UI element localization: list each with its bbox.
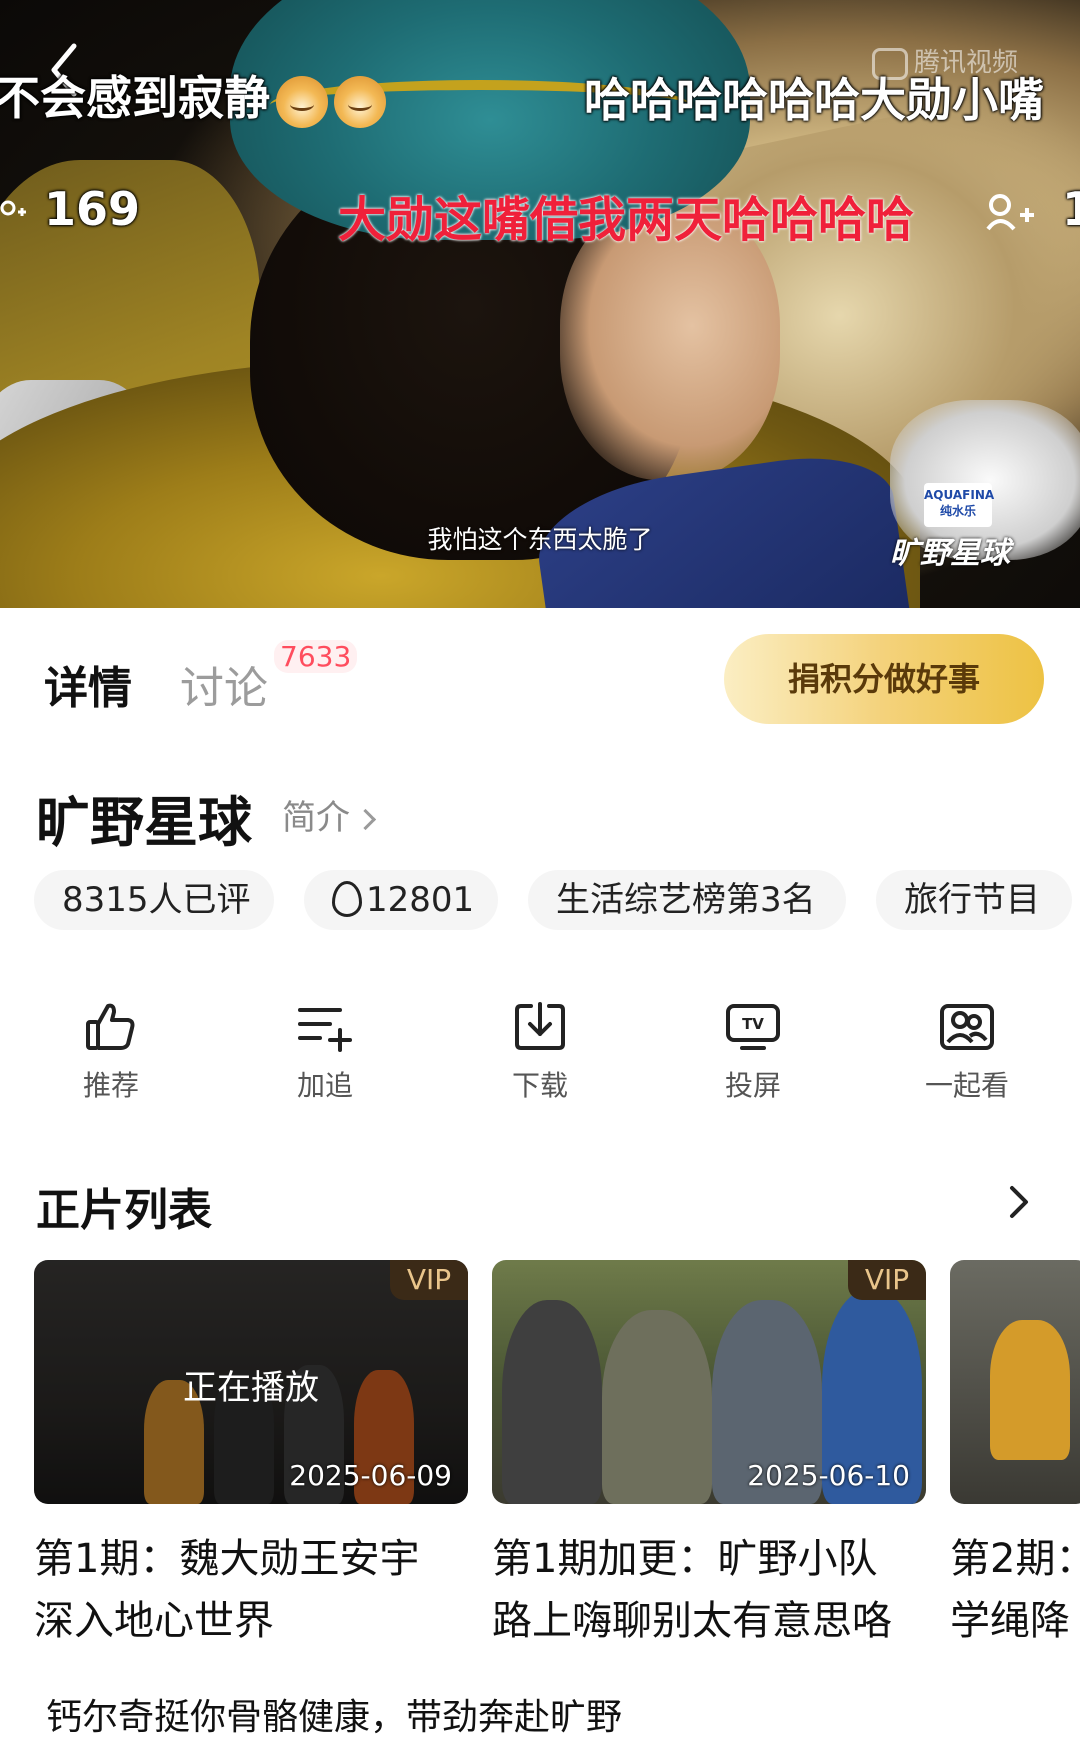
danmu-comment: 哈哈哈哈哈哈大勋小嘴 bbox=[584, 73, 1044, 127]
vip-badge: VIP bbox=[390, 1260, 468, 1300]
episode-title-line: 学绳降 bbox=[950, 1598, 1070, 1644]
thumbnail-figure bbox=[602, 1310, 712, 1504]
watch-together-button[interactable]: 一起看 bbox=[902, 1000, 1032, 1104]
popularity-tag[interactable]: 12801 bbox=[304, 870, 498, 930]
show-logo-watermark: 旷野星球 bbox=[890, 536, 1010, 571]
action-label: 一起看 bbox=[924, 1069, 1009, 1102]
episode-title-line: 第1期：魏大勋王安宇 bbox=[34, 1536, 420, 1582]
download-button[interactable]: 下载 bbox=[475, 1000, 605, 1104]
popularity-value: 12801 bbox=[366, 880, 475, 920]
action-label: 加追 bbox=[296, 1069, 353, 1102]
tv-cast-icon: TV bbox=[726, 1004, 780, 1050]
thumbnail-figure bbox=[990, 1320, 1070, 1460]
action-label: 推荐 bbox=[82, 1069, 139, 1102]
flame-icon bbox=[332, 880, 362, 917]
episode-list-more-button[interactable] bbox=[1004, 1182, 1034, 1222]
thumbnail-figure bbox=[502, 1300, 602, 1504]
episode-title[interactable]: 第1期加更：旷野小队 路上嗨聊别太有意思咯 bbox=[492, 1528, 892, 1652]
action-label: 下载 bbox=[511, 1069, 568, 1102]
svg-text:TV: TV bbox=[742, 1015, 764, 1033]
chevron-right-icon bbox=[354, 808, 377, 831]
rating-count-tag[interactable]: 8315人已评 bbox=[34, 870, 274, 930]
vip-badge: VIP bbox=[848, 1260, 926, 1300]
discuss-count-badge: 7633 bbox=[274, 640, 358, 673]
ranking-tag[interactable]: 生活综艺榜第3名 bbox=[528, 870, 846, 930]
download-icon bbox=[515, 1002, 565, 1050]
page-title: 旷野星球 bbox=[36, 791, 252, 854]
cast-to-tv-button[interactable]: TV 投屏 bbox=[688, 1000, 818, 1104]
danmu-comment: 169 bbox=[0, 182, 140, 236]
add-to-watchlist-button[interactable]: 加追 bbox=[260, 1000, 390, 1104]
donate-points-button[interactable]: 捐积分做好事 bbox=[724, 634, 1044, 724]
episode-title[interactable]: 第2期： 学绳降 bbox=[950, 1528, 1080, 1652]
danmu-comment-highlight: 大勋这嘴借我两天哈哈哈哈 bbox=[338, 192, 915, 248]
add-to-list-icon bbox=[298, 1008, 352, 1052]
doge-emoji-icon bbox=[334, 75, 386, 128]
episode-title-line: 路上嗨聊别太有意思咯 bbox=[492, 1598, 892, 1644]
thumbs-up-icon bbox=[86, 1003, 135, 1050]
episode-date: 2025-06-09 bbox=[289, 1459, 452, 1492]
episode-thumbnail[interactable]: VIP 正在播放 2025-06-09 bbox=[34, 1260, 468, 1504]
episode-date: 2025-06-10 bbox=[747, 1459, 910, 1492]
sponsor-ad-text[interactable]: 钙尔奇挺你骨骼健康，带劲奔赴旷野 bbox=[46, 1688, 622, 1740]
plus-one-icon bbox=[0, 200, 26, 216]
plus-one-icon bbox=[986, 193, 1034, 230]
episode-list-title: 正片列表 bbox=[36, 1185, 212, 1236]
doge-emoji-icon bbox=[276, 75, 328, 128]
action-label: 投屏 bbox=[724, 1069, 781, 1102]
episode-title-line: 深入地心世界 bbox=[34, 1598, 274, 1644]
watch-together-icon bbox=[940, 1004, 994, 1050]
episode-title[interactable]: 第1期：魏大勋王安宇 深入地心世界 bbox=[34, 1528, 419, 1652]
episode-title-line: 第1期加更：旷野小队 bbox=[492, 1536, 878, 1582]
recommend-button[interactable]: 推荐 bbox=[46, 1000, 176, 1104]
tab-details[interactable]: 详情 bbox=[44, 652, 132, 716]
tab-discuss[interactable]: 讨论 bbox=[180, 652, 268, 716]
genre-tag[interactable]: 旅行节目 bbox=[876, 870, 1072, 930]
chevron-right-icon bbox=[1010, 1186, 1028, 1218]
episode-thumbnail[interactable] bbox=[950, 1260, 1080, 1504]
episode-title-line: 第2期： bbox=[950, 1536, 1080, 1582]
intro-link[interactable]: 简介 bbox=[282, 790, 377, 839]
intro-link-label: 简介 bbox=[282, 798, 350, 838]
danmu-comment: 不会感到寂静 bbox=[0, 62, 386, 128]
video-player[interactable]: 不会感到寂静 腾讯视频 哈哈哈哈哈哈大勋小嘴 169 大勋这嘴借我两天哈哈哈哈 … bbox=[0, 0, 1080, 608]
episode-thumbnail[interactable]: VIP 2025-06-10 bbox=[492, 1260, 926, 1504]
now-playing-label: 正在播放 bbox=[183, 1368, 319, 1408]
danmu-comment: 1 bbox=[986, 182, 1080, 236]
